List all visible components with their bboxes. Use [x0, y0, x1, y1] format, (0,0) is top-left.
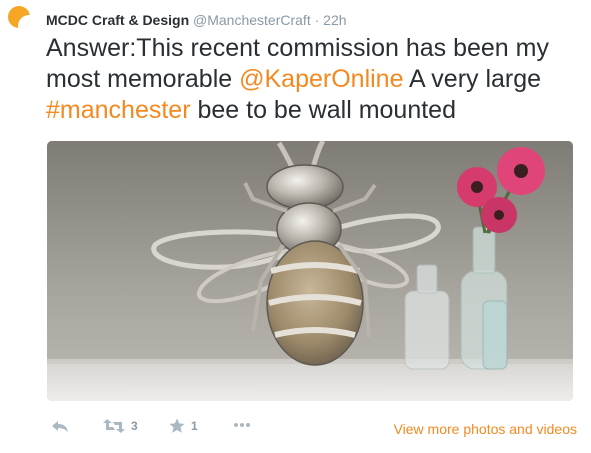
flower	[497, 147, 545, 195]
timestamp[interactable]: 22h	[323, 12, 346, 28]
retweet-count: 3	[131, 419, 138, 433]
retweet-button[interactable]: 3	[103, 418, 138, 434]
flower	[481, 197, 517, 233]
author-handle[interactable]: @ManchesterCraft	[193, 12, 311, 28]
separator: ·	[314, 12, 320, 28]
favorite-button[interactable]: 1	[169, 418, 198, 434]
author-name[interactable]: MCDC Craft & Design	[46, 12, 189, 28]
favorite-count: 1	[191, 419, 198, 433]
tweet-text-part: A very large	[403, 65, 542, 93]
tweet-text-part: bee to be wall mounted	[190, 96, 456, 124]
retweet-icon	[103, 419, 125, 433]
hashtag-link[interactable]: #manchester	[46, 96, 191, 124]
tweet-header: MCDC Craft & Design @ManchesterCraft · 2…	[46, 11, 347, 29]
bee-photo-illustration	[47, 141, 573, 401]
tweet-text: Answer:This recent commission has been m…	[46, 33, 586, 126]
view-more-photos-link[interactable]: View more photos and videos	[394, 421, 577, 437]
more-button[interactable]	[233, 422, 251, 428]
mention-link[interactable]: @KaperOnline	[239, 65, 403, 93]
star-icon	[169, 418, 185, 433]
ellipsis-icon	[234, 423, 250, 427]
reply-button[interactable]	[51, 418, 69, 434]
tweet-actions: 3 1 View more photos and videos	[47, 418, 577, 442]
tweet-photo[interactable]	[47, 141, 573, 401]
avatar[interactable]	[8, 6, 30, 28]
reply-icon	[52, 421, 68, 432]
